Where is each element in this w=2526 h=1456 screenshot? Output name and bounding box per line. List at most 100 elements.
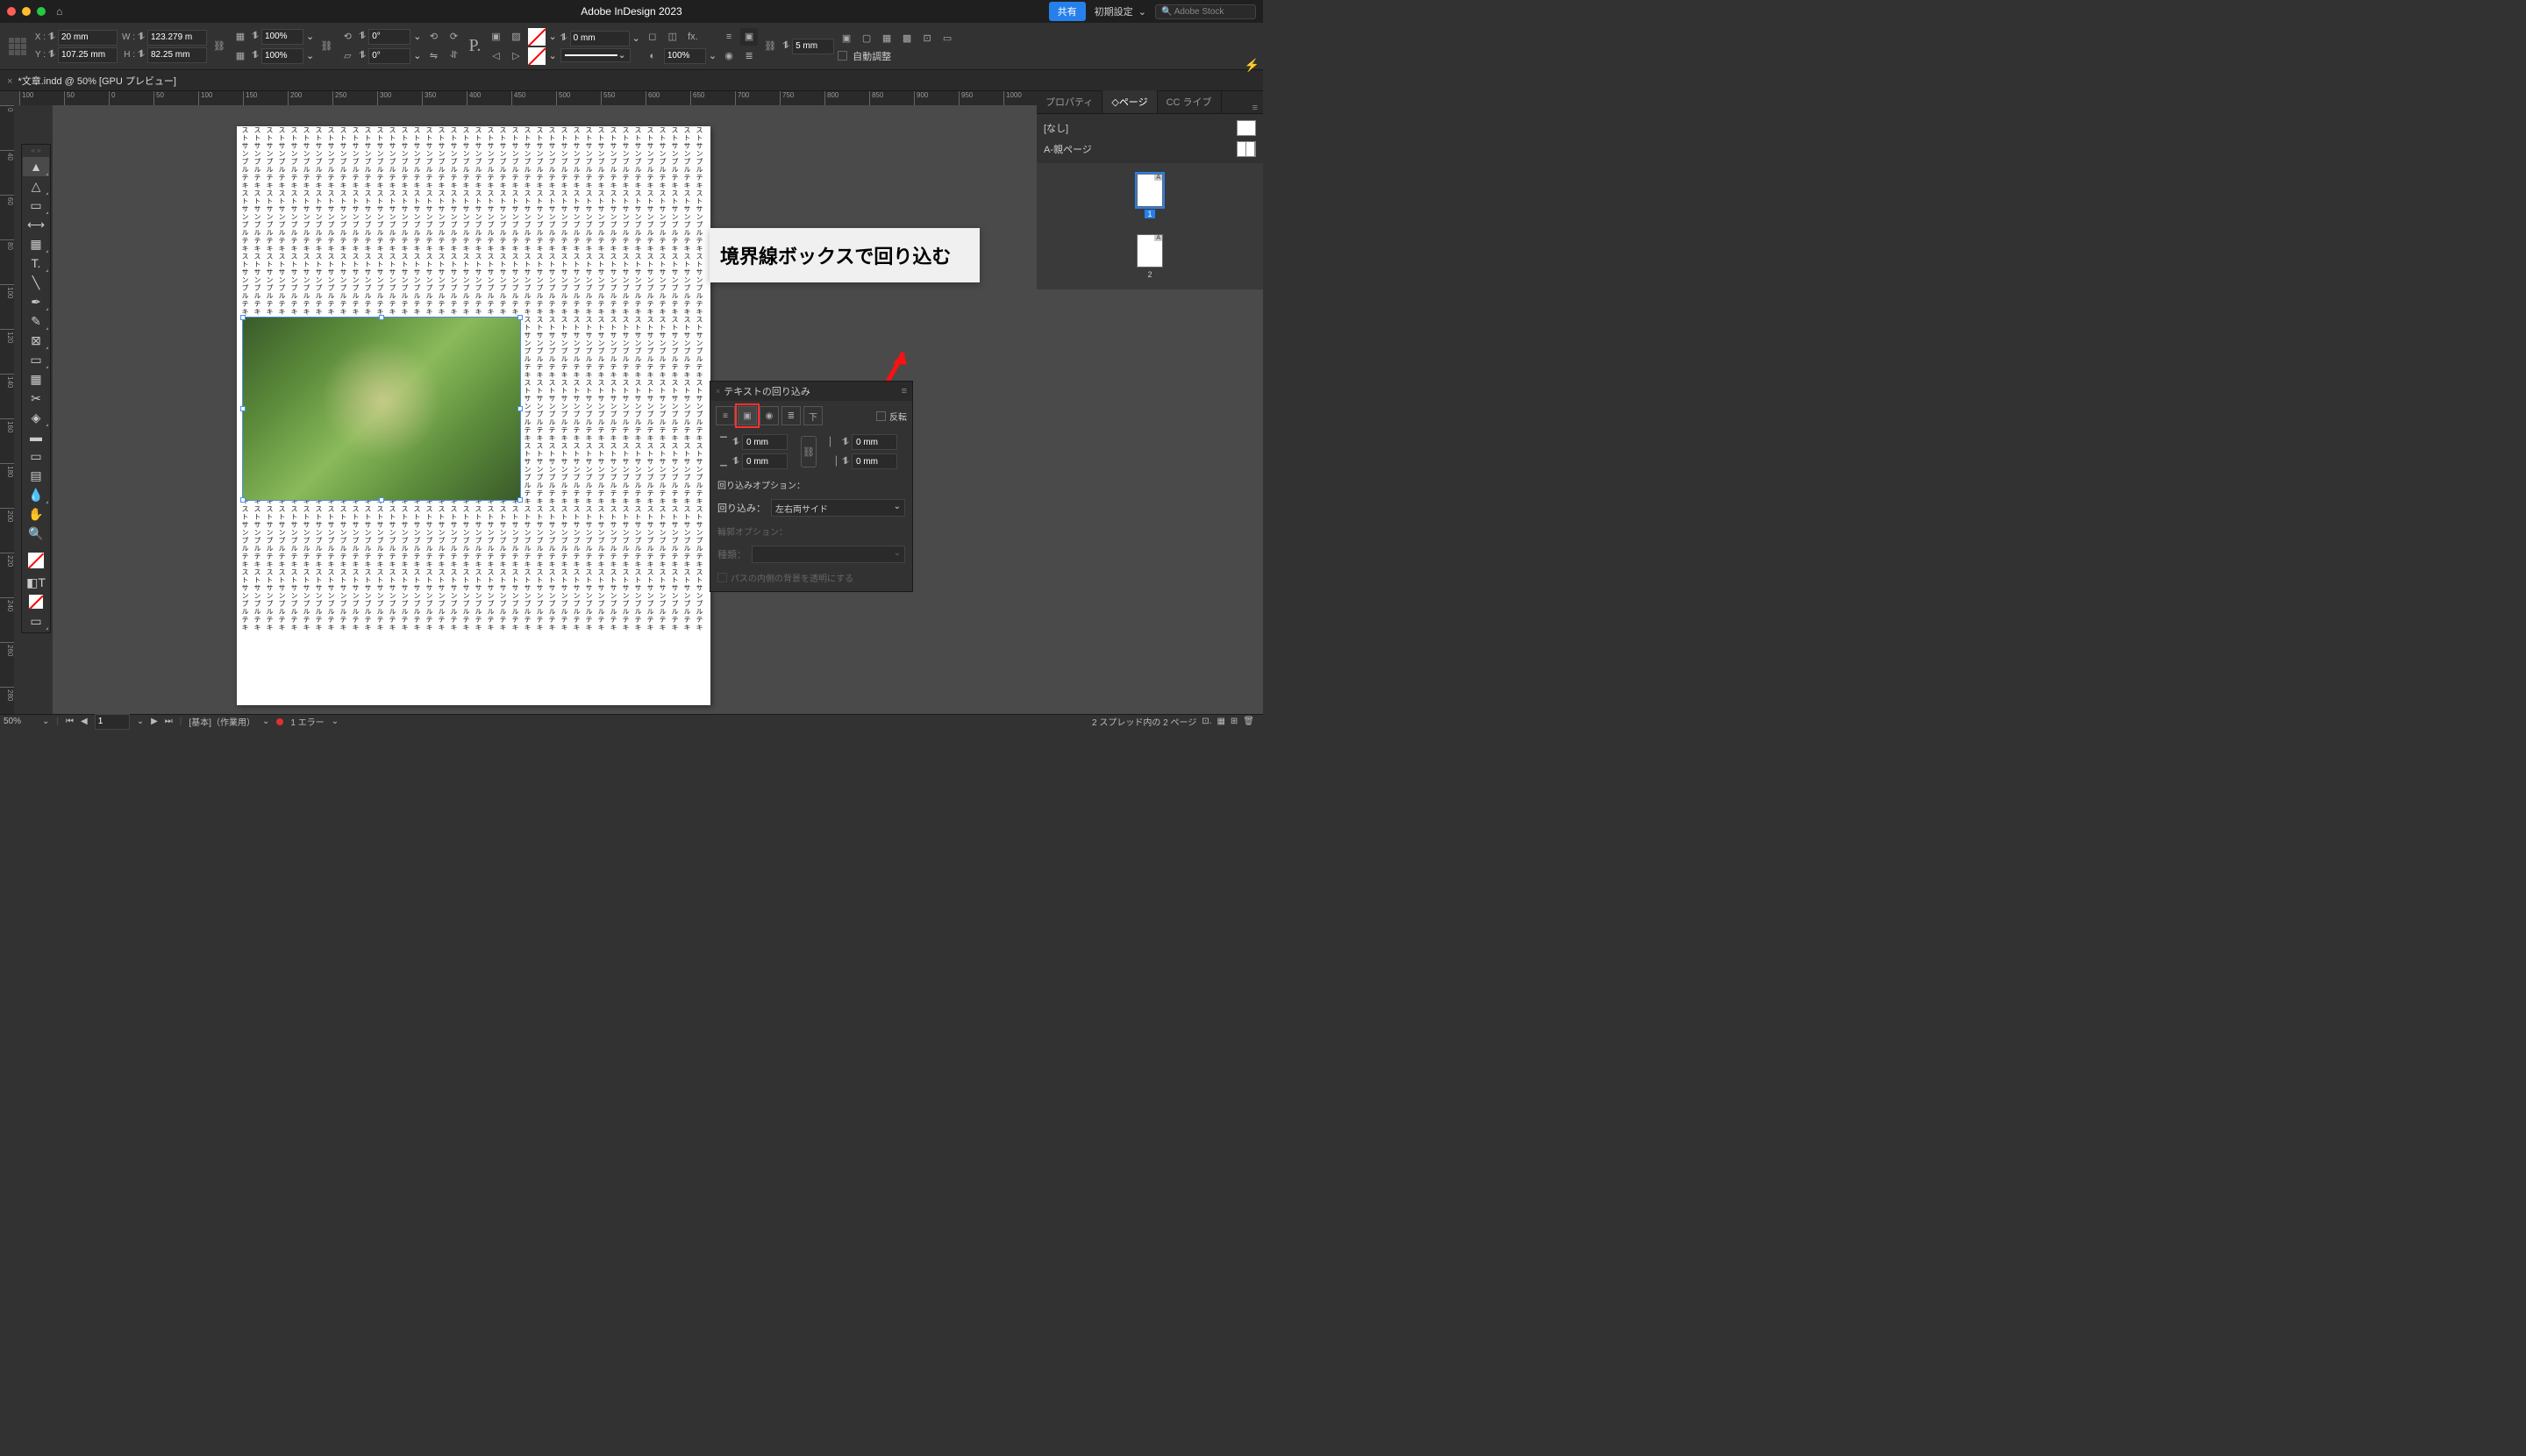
pen-tool[interactable]: ✒ [23,292,49,311]
page-nav-prev-icon[interactable]: ◀ [81,717,88,726]
error-count[interactable]: 1 エラー [290,715,324,728]
shear-input[interactable] [368,48,410,64]
direct-selection-tool[interactable]: △ [23,176,49,196]
resize-handle[interactable] [517,406,523,411]
wrap-shape-bar-icon[interactable]: ◉ [720,47,738,65]
fill-prop-icon[interactable]: ▩ [898,30,916,47]
status-icon-2[interactable]: ▦ [1217,717,1224,726]
panel-stack-menu-icon[interactable]: ≡ [1247,103,1263,113]
wrap-offset-input[interactable] [792,39,834,54]
char-p-icon[interactable]: P. [466,38,483,55]
workspace-preset[interactable]: 初期設定 ⌄ [1095,4,1146,18]
apply-color-icon[interactable]: ◧T [23,573,49,592]
preflight-profile[interactable]: [基本]（作業用） [189,715,255,728]
offset-left-input[interactable] [852,434,897,450]
page-thumb-2[interactable]: A [1137,234,1163,268]
effects-icon[interactable]: fx. [684,28,702,46]
close-window-icon[interactable] [7,7,16,16]
link-offsets-icon[interactable]: ⛓ [801,436,817,467]
apply-none-icon[interactable] [23,592,49,611]
stock-search-input[interactable]: 🔍 Adobe Stock [1155,4,1256,19]
wrap-bbox-button[interactable]: ▣ [738,406,757,425]
text-wrap-panel-header[interactable]: × テキストの回り込み ≡ [710,382,912,401]
minimize-window-icon[interactable] [22,7,31,16]
fill-stroke-toggle[interactable] [23,548,49,573]
resize-handle[interactable] [240,315,246,320]
note-tool[interactable]: ▤ [23,466,49,485]
select-content-icon[interactable]: ▨ [507,28,524,46]
flip-h-icon[interactable]: ⇋ [425,47,442,65]
new-page-icon[interactable]: ⊞ [1231,717,1238,726]
zoom-tool[interactable]: 🔍 [23,524,49,543]
scissors-tool[interactable]: ✂ [23,389,49,408]
error-indicator-icon[interactable] [276,718,283,725]
fit-content-icon[interactable]: ▢ [858,30,875,47]
view-mode-icon[interactable]: ▭ [23,611,49,631]
table-tool[interactable]: ▦ [23,369,49,389]
wrap-bbox-bar-icon[interactable]: ▣ [740,28,758,46]
line-tool[interactable]: ╲ [23,273,49,292]
tab-properties[interactable]: プロパティ [1037,90,1102,113]
image-frame-selected[interactable] [242,317,521,501]
offset-bottom-input[interactable] [742,453,788,469]
stroke-style-select[interactable]: ⌄ [560,48,631,62]
fill-swatch[interactable] [528,28,546,46]
gradient-feather-tool[interactable]: ▭ [23,446,49,466]
y-input[interactable] [58,47,118,63]
document-page-1[interactable]: ストサンプルテキストサンプルテキストサンプルテキストサンプルテキストサンプルテキ… [237,126,710,705]
center-content-icon[interactable]: ⊡ [918,30,936,47]
page-nav-last-icon[interactable]: ⏭ [165,717,173,726]
rectangle-tool[interactable]: ▭ [23,350,49,369]
rotate-input[interactable] [368,29,410,45]
offset-right-input[interactable] [852,453,897,469]
constrain-scale-icon[interactable]: ⛓ [318,38,335,55]
wrap-link-icon[interactable]: ⛓ [761,38,779,55]
zoom-value[interactable]: 50% [4,717,35,726]
resize-handle[interactable] [517,497,523,503]
corner-live-icon[interactable]: ◫ [664,28,681,46]
pencil-tool[interactable]: ✎ [23,311,49,331]
eyedropper-tool[interactable]: 💧 [23,485,49,504]
page-thumb-1[interactable]: A [1137,174,1163,207]
wrap-shape-button[interactable]: ◉ [760,406,779,425]
gap-tool[interactable]: ⟷ [23,215,49,234]
clear-fit-icon[interactable]: ▭ [938,30,956,47]
select-next-icon[interactable]: ▷ [507,47,524,65]
page-nav-next-icon[interactable]: ▶ [151,717,158,726]
close-tab-icon[interactable]: × [7,76,12,87]
tab-pages[interactable]: ◇ ページ [1102,90,1157,113]
resize-handle[interactable] [379,497,384,503]
selection-tool[interactable]: ▲ [23,157,49,176]
document-tab[interactable]: ×*文章.indd @ 50% [GPU プレビュー] [7,74,176,88]
master-none-row[interactable]: [なし] [1042,118,1258,139]
type-tool[interactable]: T. [23,253,49,273]
rotate-cw-icon[interactable]: ⟳ [445,28,462,46]
resize-handle[interactable] [379,315,384,320]
wrap-jump-button[interactable]: ≣ [781,406,801,425]
stroke-swatch[interactable] [528,47,546,65]
wrap-none-bar-icon[interactable]: ≡ [720,28,738,46]
wrap-to-select[interactable]: 左右両サイド⌄ [771,499,905,517]
opacity-input[interactable] [664,48,706,64]
select-prev-icon[interactable]: ◁ [487,47,504,65]
toolbox-grip-icon[interactable]: «» [22,146,50,155]
fit-frame-icon[interactable]: ▣ [838,30,855,47]
tab-cc-libraries[interactable]: CC ライブ [1158,90,1222,113]
invert-checkbox[interactable] [876,411,886,421]
offset-top-input[interactable] [742,434,788,450]
corner-option-icon[interactable]: ◻ [644,28,661,46]
wrap-jump-next-button[interactable]: 下 [803,406,823,425]
w-input[interactable] [147,30,207,46]
page-nav-first-icon[interactable]: ⏮ [66,717,74,726]
scale-x-input[interactable] [261,29,303,45]
reference-point-grid[interactable] [7,36,28,57]
panel-menu-icon[interactable]: ≡ [902,386,907,396]
auto-fit-checkbox[interactable] [838,51,847,61]
stroke-weight-input[interactable] [570,31,630,46]
rotate-ccw-icon[interactable]: ⟲ [425,28,442,46]
hand-tool[interactable]: ✋ [23,504,49,524]
resize-handle[interactable] [240,406,246,411]
flip-v-icon[interactable]: ⥯ [445,47,462,65]
home-icon[interactable]: ⌂ [56,5,62,18]
status-icon-1[interactable]: ⊡. [1202,717,1211,726]
